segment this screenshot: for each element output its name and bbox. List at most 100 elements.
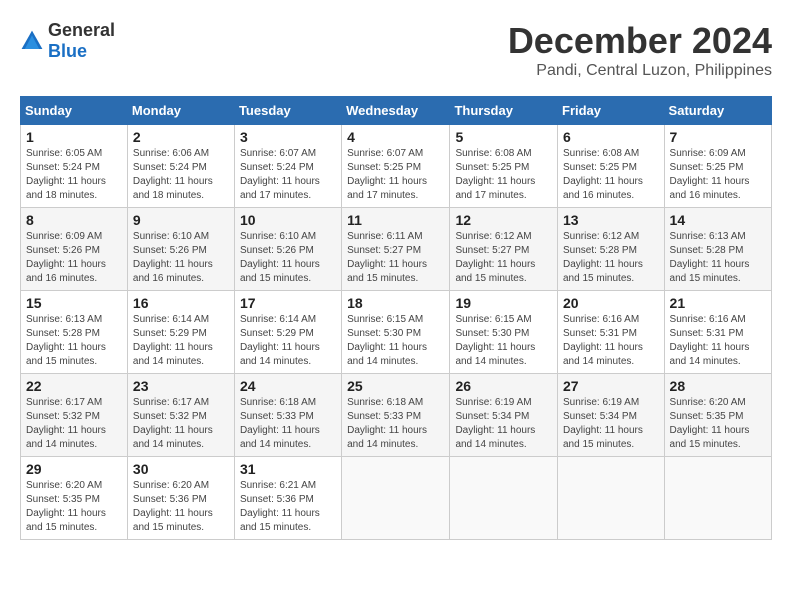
header: General Blue December 2024 Pandi, Centra…	[20, 20, 772, 80]
day-number: 17	[240, 295, 336, 311]
calendar-cell	[342, 457, 450, 540]
calendar-cell: 7 Sunrise: 6:09 AM Sunset: 5:25 PM Daylig…	[664, 125, 771, 208]
header-friday: Friday	[558, 97, 665, 125]
day-number: 25	[347, 378, 444, 394]
logo-text: General Blue	[48, 20, 115, 62]
day-number: 6	[563, 129, 659, 145]
day-number: 2	[133, 129, 229, 145]
calendar-cell: 19 Sunrise: 6:15 AM Sunset: 5:30 PM Dayli…	[450, 291, 558, 374]
calendar-cell: 31Sunrise: 6:21 AM Sunset: 5:36 PM Dayli…	[234, 457, 341, 540]
calendar-cell	[664, 457, 771, 540]
day-info: Sunrise: 6:16 AM Sunset: 5:31 PM Dayligh…	[670, 313, 766, 369]
day-number: 18	[347, 295, 444, 311]
day-info: Sunrise: 6:10 AM Sunset: 5:26 PM Dayligh…	[133, 230, 229, 286]
calendar-row-0: 1Sunrise: 6:05 AM Sunset: 5:24 PM Daylig…	[21, 125, 772, 208]
day-info: Sunrise: 6:16 AM Sunset: 5:31 PM Dayligh…	[563, 313, 659, 369]
calendar-cell: 22 Sunrise: 6:17 AM Sunset: 5:32 PM Dayli…	[21, 374, 128, 457]
day-number: 8	[26, 212, 122, 228]
day-number: 21	[670, 295, 766, 311]
day-info: Sunrise: 6:15 AM Sunset: 5:30 PM Dayligh…	[455, 313, 552, 369]
header-thursday: Thursday	[450, 97, 558, 125]
day-number: 10	[240, 212, 336, 228]
calendar-cell: 29 Sunrise: 6:20 AM Sunset: 5:35 PM Dayli…	[21, 457, 128, 540]
calendar-cell: 11 Sunrise: 6:11 AM Sunset: 5:27 PM Dayli…	[342, 208, 450, 291]
day-info: Sunrise: 6:12 AM Sunset: 5:28 PM Dayligh…	[563, 230, 659, 286]
calendar-table: SundayMondayTuesdayWednesdayThursdayFrid…	[20, 96, 772, 540]
day-info: Sunrise: 6:08 AM Sunset: 5:25 PM Dayligh…	[455, 147, 552, 203]
calendar-cell: 1Sunrise: 6:05 AM Sunset: 5:24 PM Daylig…	[21, 125, 128, 208]
day-info: Sunrise: 6:14 AM Sunset: 5:29 PM Dayligh…	[240, 313, 336, 369]
day-number: 12	[455, 212, 552, 228]
day-number: 14	[670, 212, 766, 228]
day-number: 13	[563, 212, 659, 228]
day-info: Sunrise: 6:19 AM Sunset: 5:34 PM Dayligh…	[563, 396, 659, 452]
location-title: Pandi, Central Luzon, Philippines	[508, 62, 772, 80]
calendar-cell	[450, 457, 558, 540]
calendar-cell: 15 Sunrise: 6:13 AM Sunset: 5:28 PM Dayli…	[21, 291, 128, 374]
logo: General Blue	[20, 20, 115, 62]
day-number: 11	[347, 212, 444, 228]
header-sunday: Sunday	[21, 97, 128, 125]
logo-icon	[20, 29, 44, 53]
day-number: 30	[133, 461, 229, 477]
month-title: December 2024	[508, 20, 772, 62]
calendar-cell: 23Sunrise: 6:17 AM Sunset: 5:32 PM Dayli…	[127, 374, 234, 457]
calendar-row-2: 15 Sunrise: 6:13 AM Sunset: 5:28 PM Dayli…	[21, 291, 772, 374]
calendar-cell	[558, 457, 665, 540]
day-info: Sunrise: 6:20 AM Sunset: 5:35 PM Dayligh…	[670, 396, 766, 452]
day-info: Sunrise: 6:07 AM Sunset: 5:24 PM Dayligh…	[240, 147, 336, 203]
header-saturday: Saturday	[664, 97, 771, 125]
day-info: Sunrise: 6:13 AM Sunset: 5:28 PM Dayligh…	[670, 230, 766, 286]
day-info: Sunrise: 6:20 AM Sunset: 5:35 PM Dayligh…	[26, 479, 122, 535]
calendar-cell: 9 Sunrise: 6:10 AM Sunset: 5:26 PM Daylig…	[127, 208, 234, 291]
calendar-cell: 2 Sunrise: 6:06 AM Sunset: 5:24 PM Daylig…	[127, 125, 234, 208]
day-number: 5	[455, 129, 552, 145]
page-container: General Blue December 2024 Pandi, Centra…	[20, 20, 772, 540]
day-number: 1	[26, 129, 122, 145]
calendar-cell: 17 Sunrise: 6:14 AM Sunset: 5:29 PM Dayli…	[234, 291, 341, 374]
day-info: Sunrise: 6:19 AM Sunset: 5:34 PM Dayligh…	[455, 396, 552, 452]
day-info: Sunrise: 6:12 AM Sunset: 5:27 PM Dayligh…	[455, 230, 552, 286]
day-number: 28	[670, 378, 766, 394]
day-number: 19	[455, 295, 552, 311]
day-number: 22	[26, 378, 122, 394]
logo-general: General	[48, 20, 115, 40]
calendar-cell: 20 Sunrise: 6:16 AM Sunset: 5:31 PM Dayli…	[558, 291, 665, 374]
calendar-cell: 25 Sunrise: 6:18 AM Sunset: 5:33 PM Dayli…	[342, 374, 450, 457]
day-info: Sunrise: 6:17 AM Sunset: 5:32 PM Dayligh…	[26, 396, 122, 452]
header-monday: Monday	[127, 97, 234, 125]
calendar-cell: 5 Sunrise: 6:08 AM Sunset: 5:25 PM Daylig…	[450, 125, 558, 208]
day-number: 23	[133, 378, 229, 394]
calendar-header-row: SundayMondayTuesdayWednesdayThursdayFrid…	[21, 97, 772, 125]
day-info: Sunrise: 6:13 AM Sunset: 5:28 PM Dayligh…	[26, 313, 122, 369]
day-number: 20	[563, 295, 659, 311]
calendar-cell: 28 Sunrise: 6:20 AM Sunset: 5:35 PM Dayli…	[664, 374, 771, 457]
calendar-cell: 26 Sunrise: 6:19 AM Sunset: 5:34 PM Dayli…	[450, 374, 558, 457]
day-info: Sunrise: 6:06 AM Sunset: 5:24 PM Dayligh…	[133, 147, 229, 203]
calendar-row-3: 22 Sunrise: 6:17 AM Sunset: 5:32 PM Dayli…	[21, 374, 772, 457]
day-number: 3	[240, 129, 336, 145]
day-info: Sunrise: 6:11 AM Sunset: 5:27 PM Dayligh…	[347, 230, 444, 286]
calendar-row-1: 8Sunrise: 6:09 AM Sunset: 5:26 PM Daylig…	[21, 208, 772, 291]
day-info: Sunrise: 6:21 AM Sunset: 5:36 PM Dayligh…	[240, 479, 336, 535]
header-wednesday: Wednesday	[342, 97, 450, 125]
day-number: 7	[670, 129, 766, 145]
day-info: Sunrise: 6:07 AM Sunset: 5:25 PM Dayligh…	[347, 147, 444, 203]
day-number: 26	[455, 378, 552, 394]
day-number: 27	[563, 378, 659, 394]
calendar-cell: 13 Sunrise: 6:12 AM Sunset: 5:28 PM Dayli…	[558, 208, 665, 291]
day-number: 4	[347, 129, 444, 145]
day-info: Sunrise: 6:18 AM Sunset: 5:33 PM Dayligh…	[347, 396, 444, 452]
day-info: Sunrise: 6:09 AM Sunset: 5:25 PM Dayligh…	[670, 147, 766, 203]
calendar-cell: 10Sunrise: 6:10 AM Sunset: 5:26 PM Dayli…	[234, 208, 341, 291]
day-number: 15	[26, 295, 122, 311]
day-number: 29	[26, 461, 122, 477]
calendar-cell: 6Sunrise: 6:08 AM Sunset: 5:25 PM Daylig…	[558, 125, 665, 208]
title-area: December 2024 Pandi, Central Luzon, Phil…	[508, 20, 772, 80]
header-tuesday: Tuesday	[234, 97, 341, 125]
day-number: 9	[133, 212, 229, 228]
calendar-cell: 30Sunrise: 6:20 AM Sunset: 5:36 PM Dayli…	[127, 457, 234, 540]
calendar-cell: 16Sunrise: 6:14 AM Sunset: 5:29 PM Dayli…	[127, 291, 234, 374]
calendar-cell: 27 Sunrise: 6:19 AM Sunset: 5:34 PM Dayli…	[558, 374, 665, 457]
calendar-cell: 3 Sunrise: 6:07 AM Sunset: 5:24 PM Daylig…	[234, 125, 341, 208]
